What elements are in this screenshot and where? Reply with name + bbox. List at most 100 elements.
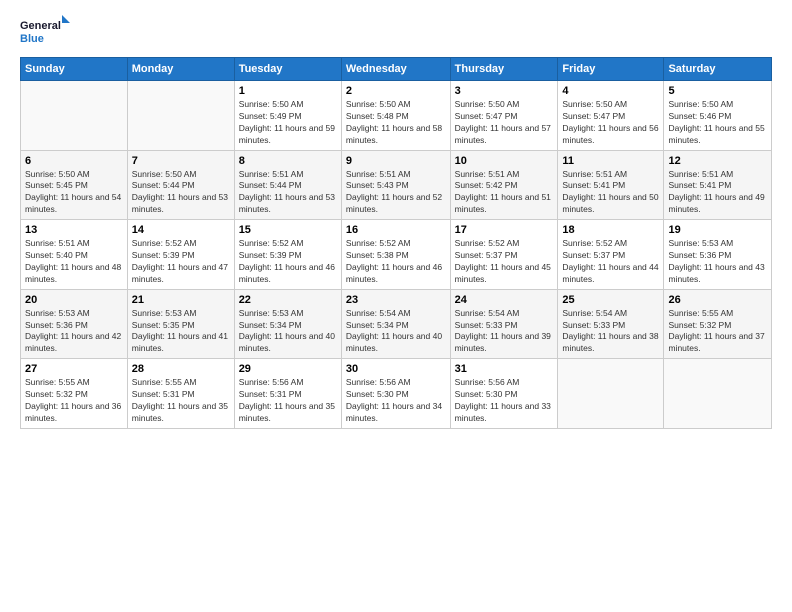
calendar-week-2: 6 Sunrise: 5:50 AM Sunset: 5:45 PM Daylig…	[21, 150, 772, 220]
day-number: 23	[346, 294, 446, 306]
day-info: Sunrise: 5:52 AM Sunset: 5:39 PM Dayligh…	[239, 238, 337, 286]
day-info: Sunrise: 5:51 AM Sunset: 5:44 PM Dayligh…	[239, 169, 337, 217]
day-number: 28	[132, 363, 230, 375]
calendar-cell: 11 Sunrise: 5:51 AM Sunset: 5:41 PM Dayli…	[558, 150, 664, 220]
calendar-cell: 30 Sunrise: 5:56 AM Sunset: 5:30 PM Dayli…	[341, 359, 450, 429]
day-number: 3	[455, 85, 554, 97]
day-number: 15	[239, 224, 337, 236]
calendar-header-row: SundayMondayTuesdayWednesdayThursdayFrid…	[21, 58, 772, 81]
calendar-cell: 29 Sunrise: 5:56 AM Sunset: 5:31 PM Dayli…	[234, 359, 341, 429]
calendar-cell: 17 Sunrise: 5:52 AM Sunset: 5:37 PM Dayli…	[450, 220, 558, 290]
calendar-cell: 27 Sunrise: 5:55 AM Sunset: 5:32 PM Dayli…	[21, 359, 128, 429]
calendar-cell: 31Sunrise: 5:56 AM Sunset: 5:30 PM Dayli…	[450, 359, 558, 429]
day-info: Sunrise: 5:51 AM Sunset: 5:41 PM Dayligh…	[668, 169, 767, 217]
calendar-cell: 28 Sunrise: 5:55 AM Sunset: 5:31 PM Dayli…	[127, 359, 234, 429]
calendar-cell: 4 Sunrise: 5:50 AM Sunset: 5:47 PM Daylig…	[558, 81, 664, 151]
day-info: Sunrise: 5:56 AM Sunset: 5:31 PM Dayligh…	[239, 377, 337, 425]
calendar-week-5: 27 Sunrise: 5:55 AM Sunset: 5:32 PM Dayli…	[21, 359, 772, 429]
day-info: Sunrise: 5:53 AM Sunset: 5:36 PM Dayligh…	[668, 238, 767, 286]
day-info: Sunrise: 5:52 AM Sunset: 5:39 PM Dayligh…	[132, 238, 230, 286]
day-info: Sunrise: 5:55 AM Sunset: 5:32 PM Dayligh…	[668, 308, 767, 356]
calendar-cell	[21, 81, 128, 151]
day-info: Sunrise: 5:52 AM Sunset: 5:38 PM Dayligh…	[346, 238, 446, 286]
day-number: 16	[346, 224, 446, 236]
day-number: 30	[346, 363, 446, 375]
calendar-cell: 12 Sunrise: 5:51 AM Sunset: 5:41 PM Dayli…	[664, 150, 772, 220]
day-number: 21	[132, 294, 230, 306]
day-info: Sunrise: 5:52 AM Sunset: 5:37 PM Dayligh…	[455, 238, 554, 286]
day-number: 13	[25, 224, 123, 236]
logo: General Blue	[20, 15, 70, 47]
day-info: Sunrise: 5:50 AM Sunset: 5:45 PM Dayligh…	[25, 169, 123, 217]
day-info: Sunrise: 5:50 AM Sunset: 5:44 PM Dayligh…	[132, 169, 230, 217]
calendar-cell: 20 Sunrise: 5:53 AM Sunset: 5:36 PM Dayli…	[21, 289, 128, 359]
day-number: 25	[562, 294, 659, 306]
calendar-cell: 19 Sunrise: 5:53 AM Sunset: 5:36 PM Dayli…	[664, 220, 772, 290]
day-header-wednesday: Wednesday	[341, 58, 450, 81]
day-number: 26	[668, 294, 767, 306]
calendar-cell: 21Sunrise: 5:53 AM Sunset: 5:35 PM Dayli…	[127, 289, 234, 359]
page-header: General Blue	[20, 15, 772, 47]
calendar-cell: 3 Sunrise: 5:50 AM Sunset: 5:47 PM Daylig…	[450, 81, 558, 151]
calendar-cell	[558, 359, 664, 429]
day-info: Sunrise: 5:55 AM Sunset: 5:32 PM Dayligh…	[25, 377, 123, 425]
day-header-thursday: Thursday	[450, 58, 558, 81]
calendar-week-3: 13Sunrise: 5:51 AM Sunset: 5:40 PM Dayli…	[21, 220, 772, 290]
day-header-sunday: Sunday	[21, 58, 128, 81]
calendar-cell: 13Sunrise: 5:51 AM Sunset: 5:40 PM Dayli…	[21, 220, 128, 290]
calendar-cell: 18Sunrise: 5:52 AM Sunset: 5:37 PM Dayli…	[558, 220, 664, 290]
day-info: Sunrise: 5:50 AM Sunset: 5:49 PM Dayligh…	[239, 99, 337, 147]
day-info: Sunrise: 5:51 AM Sunset: 5:43 PM Dayligh…	[346, 169, 446, 217]
day-info: Sunrise: 5:54 AM Sunset: 5:34 PM Dayligh…	[346, 308, 446, 356]
day-number: 2	[346, 85, 446, 97]
calendar-cell: 16 Sunrise: 5:52 AM Sunset: 5:38 PM Dayli…	[341, 220, 450, 290]
day-info: Sunrise: 5:54 AM Sunset: 5:33 PM Dayligh…	[455, 308, 554, 356]
logo-svg: General Blue	[20, 15, 70, 47]
calendar-table: SundayMondayTuesdayWednesdayThursdayFrid…	[20, 57, 772, 429]
day-number: 7	[132, 155, 230, 167]
day-number: 27	[25, 363, 123, 375]
day-number: 5	[668, 85, 767, 97]
calendar-cell: 6 Sunrise: 5:50 AM Sunset: 5:45 PM Daylig…	[21, 150, 128, 220]
calendar-cell: 2 Sunrise: 5:50 AM Sunset: 5:48 PM Daylig…	[341, 81, 450, 151]
day-number: 20	[25, 294, 123, 306]
calendar-cell: 8 Sunrise: 5:51 AM Sunset: 5:44 PM Daylig…	[234, 150, 341, 220]
day-number: 22	[239, 294, 337, 306]
calendar-cell: 25 Sunrise: 5:54 AM Sunset: 5:33 PM Dayli…	[558, 289, 664, 359]
day-number: 8	[239, 155, 337, 167]
day-number: 9	[346, 155, 446, 167]
day-info: Sunrise: 5:50 AM Sunset: 5:47 PM Dayligh…	[562, 99, 659, 147]
day-header-monday: Monday	[127, 58, 234, 81]
day-number: 19	[668, 224, 767, 236]
day-number: 4	[562, 85, 659, 97]
day-number: 11	[562, 155, 659, 167]
day-info: Sunrise: 5:50 AM Sunset: 5:48 PM Dayligh…	[346, 99, 446, 147]
calendar-cell: 15 Sunrise: 5:52 AM Sunset: 5:39 PM Dayli…	[234, 220, 341, 290]
day-number: 17	[455, 224, 554, 236]
day-header-friday: Friday	[558, 58, 664, 81]
calendar-cell: 5 Sunrise: 5:50 AM Sunset: 5:46 PM Daylig…	[664, 81, 772, 151]
calendar-cell	[664, 359, 772, 429]
day-number: 29	[239, 363, 337, 375]
day-number: 24	[455, 294, 554, 306]
day-info: Sunrise: 5:53 AM Sunset: 5:36 PM Dayligh…	[25, 308, 123, 356]
calendar-cell: 1Sunrise: 5:50 AM Sunset: 5:49 PM Daylig…	[234, 81, 341, 151]
day-info: Sunrise: 5:50 AM Sunset: 5:47 PM Dayligh…	[455, 99, 554, 147]
day-info: Sunrise: 5:56 AM Sunset: 5:30 PM Dayligh…	[346, 377, 446, 425]
svg-text:General: General	[20, 20, 61, 32]
calendar-cell: 10 Sunrise: 5:51 AM Sunset: 5:42 PM Dayli…	[450, 150, 558, 220]
day-number: 18	[562, 224, 659, 236]
day-number: 31	[455, 363, 554, 375]
day-info: Sunrise: 5:51 AM Sunset: 5:42 PM Dayligh…	[455, 169, 554, 217]
calendar-cell: 23 Sunrise: 5:54 AM Sunset: 5:34 PM Dayli…	[341, 289, 450, 359]
day-info: Sunrise: 5:54 AM Sunset: 5:33 PM Dayligh…	[562, 308, 659, 356]
day-info: Sunrise: 5:50 AM Sunset: 5:46 PM Dayligh…	[668, 99, 767, 147]
calendar-cell	[127, 81, 234, 151]
day-number: 10	[455, 155, 554, 167]
day-info: Sunrise: 5:55 AM Sunset: 5:31 PM Dayligh…	[132, 377, 230, 425]
day-number: 6	[25, 155, 123, 167]
calendar-cell: 9 Sunrise: 5:51 AM Sunset: 5:43 PM Daylig…	[341, 150, 450, 220]
day-info: Sunrise: 5:51 AM Sunset: 5:41 PM Dayligh…	[562, 169, 659, 217]
day-number: 12	[668, 155, 767, 167]
calendar-week-1: 1Sunrise: 5:50 AM Sunset: 5:49 PM Daylig…	[21, 81, 772, 151]
